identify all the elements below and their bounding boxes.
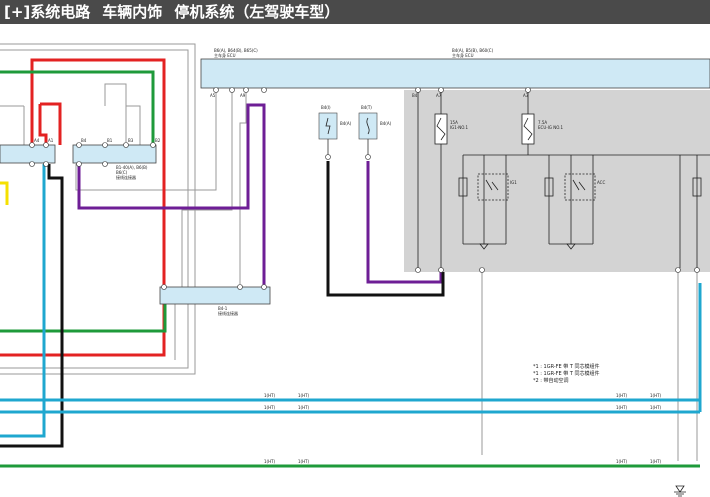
bus-label: 1(HT) [650,459,662,464]
bus-label: 1(HT) [298,393,310,398]
bus-label: 1(HT) [650,393,662,398]
sensor-leads [327,139,369,155]
expand-toggle[interactable]: [+] [4,3,30,21]
main-body-ecu [200,58,710,89]
pin-label: B1 [107,138,113,143]
pin-label: A5 [210,93,216,98]
sensor-1-name: B4(A) [340,121,352,126]
bus-label: 1(HT) [616,405,628,410]
ecu-right-sub: 主车身 ECU [452,52,474,58]
pin-label: B2 [155,138,161,143]
bus-label: 1(HT) [616,459,628,464]
sensor-2-code: B4(T) [361,105,372,110]
bus-label: 1(HT) [650,405,662,410]
bus-label: 1(HT) [264,459,276,464]
relay-1-name: IG1 [510,180,517,185]
bus-label: 1(HT) [616,393,628,398]
sensor-2-name: B4(A) [380,121,392,126]
note-line: *2 : 带自动空调 [533,377,569,384]
breadcrumb-category[interactable]: 车辆内饰 [102,3,162,21]
fuse-1-name: IG1-NO.1 [450,125,469,130]
breadcrumb-page: 停机系统（左驾驶车型） [174,3,340,21]
note-line: *1 : 1GR-FE 带 T 同芯模组件 [533,370,600,377]
purple-wire [77,103,443,287]
fuse-2-name: ECU-IG NO.1 [538,125,563,130]
wiring-diagram: B6(A), B64(B), B65(C) 主车身 ECU B4(A), B5(… [0,43,710,497]
pin-label: B4 [412,93,418,98]
pin-label: B3 [128,138,134,143]
pin-label: A4 [34,138,40,143]
sensor-1-code: B4(I) [321,105,331,110]
relay-2-name: ACC [597,180,605,185]
note-line: *1 : 1GR-FE 带 T 同芯模组件 [533,363,600,370]
continuation-arrow [675,485,685,493]
junction-b-name: 接线连接器 [218,310,238,316]
junction-connector-a [0,144,56,164]
bus-label: 1(HT) [298,405,310,410]
pin-label: A9 [240,93,246,98]
bus-label: 1(HT) [264,405,276,410]
relay-panel [404,90,710,272]
title-bar: [+]系统电路 车辆内饰 停机系统（左驾驶车型） [0,0,710,24]
ecu-left-sub: 主车身 ECU [214,52,236,58]
junction-connector-c [159,286,271,305]
yellow-wire [0,181,9,205]
junction-a-sub: 接线连接器 [116,174,136,180]
bus-label: 1(HT) [264,393,276,398]
bus-label: 1(HT) [298,459,310,464]
pin-label: B4 [81,138,87,143]
pin-label: A1 [48,138,54,143]
junction-connector-b [72,144,157,164]
breadcrumb-system[interactable]: 系统电路 [30,3,90,21]
